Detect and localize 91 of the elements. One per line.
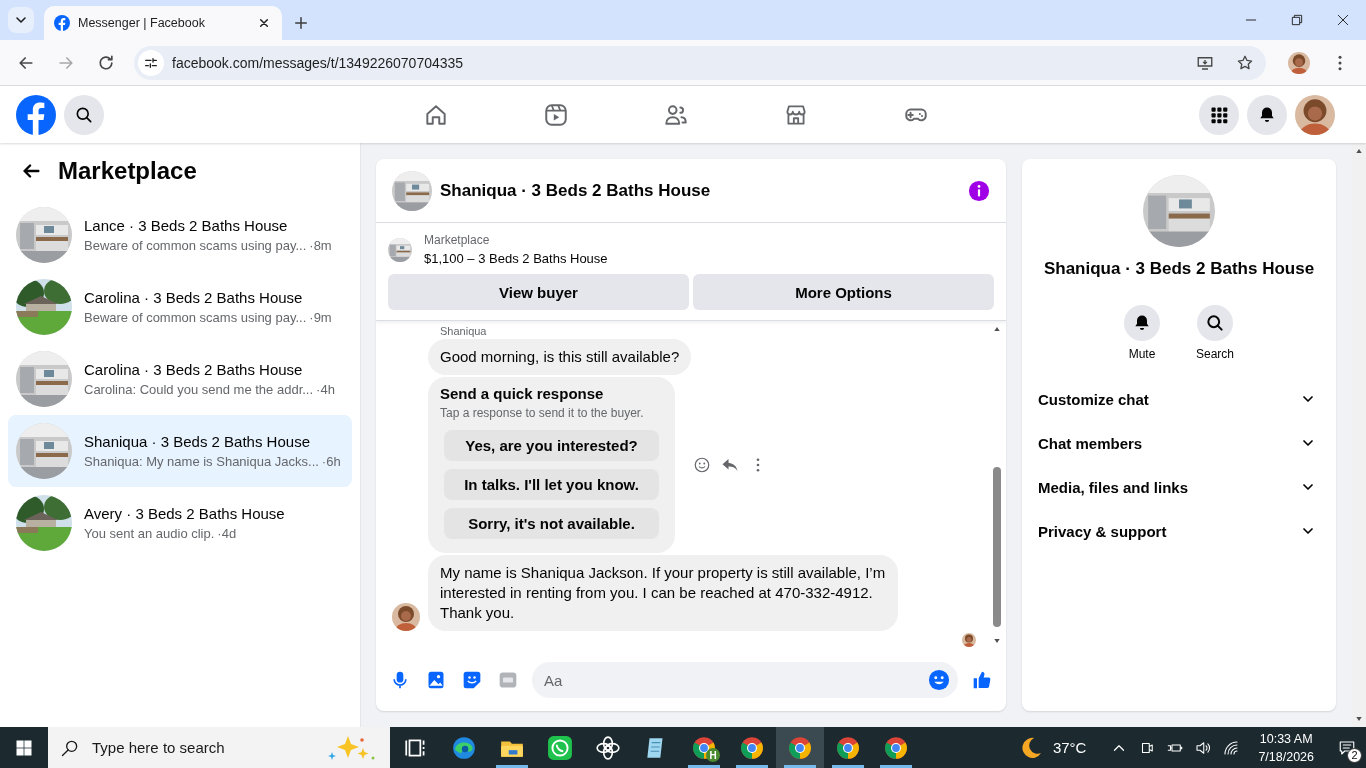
action-button[interactable]: View buyer — [388, 274, 689, 310]
listing-source: Marketplace — [424, 233, 491, 247]
conversation-item[interactable]: Shaniqua · 3 Beds 2 Baths House Shaniqua: My name is Shaniqua Jacks... ·6h — [8, 415, 352, 487]
contact-name: Shaniqua · 3 Beds 2 Baths House — [1043, 259, 1315, 279]
chat-title: Shaniqua · 3 Beds 2 Baths House — [440, 180, 712, 201]
conversation-item[interactable]: Carolina · 3 Beds 2 Baths House Beware of common scams using pay... ·9m — [8, 271, 352, 343]
message-time: ·4d — [217, 526, 237, 541]
tab-list-button[interactable] — [8, 7, 34, 33]
chat-app-icon[interactable] — [547, 734, 573, 761]
message-preview: Shaniqua: My name is Shaniqua Jacks... — [84, 454, 319, 469]
clock[interactable]: 10:33 AM 7/18/2026 — [1258, 731, 1314, 764]
conversation-name: Shaniqua · 3 Beds 2 Baths House — [84, 433, 311, 450]
weather-temperature[interactable]: 37°C — [1052, 739, 1087, 756]
knot-icon[interactable] — [595, 734, 621, 761]
listing-title: $1,100 – 3 Beds 2 Baths House — [424, 251, 608, 266]
quick-response-button[interactable]: Sorry, it's not available. — [444, 508, 659, 539]
sender-name: Shaniqua — [440, 325, 487, 337]
microphone-icon[interactable] — [390, 670, 410, 690]
browser-tab[interactable]: Messenger | Facebook — [44, 6, 282, 40]
section-toggle[interactable]: Chat members — [1030, 421, 1328, 465]
emoji-icon[interactable] — [928, 669, 950, 691]
star-icon[interactable] — [1236, 53, 1254, 72]
wave-browser-icon[interactable] — [451, 734, 477, 761]
windows-icon — [15, 738, 33, 757]
new-tab-icon[interactable] — [292, 14, 310, 32]
url-text: facebook.com/messages/t/1349226070704335 — [172, 54, 465, 71]
message-time: ·8m — [309, 238, 332, 253]
conversation-item[interactable]: Avery · 3 Beds 2 Baths House You sent an audio clip. ·4d — [8, 487, 352, 559]
message-input[interactable]: Aa — [532, 662, 958, 698]
restore-icon[interactable] — [1289, 12, 1305, 28]
sticker-icon[interactable] — [462, 670, 482, 690]
conversation-item[interactable]: Carolina · 3 Beds 2 Baths House Carolina: Could you send me the addr... ·4h — [8, 343, 352, 415]
running-indicator — [832, 765, 864, 768]
notification-count: 2 — [1347, 747, 1362, 763]
action-button[interactable]: More Options — [693, 274, 994, 310]
message-time: ·6h — [321, 454, 341, 469]
thumbs-up-icon[interactable] — [972, 670, 992, 690]
scroll-up-icon[interactable] — [993, 325, 1001, 333]
search-button[interactable] — [64, 94, 104, 135]
round-browser-icon[interactable] — [787, 734, 813, 761]
conversation-name: Carolina · 3 Beds 2 Baths House — [84, 289, 304, 306]
scroll-up-icon[interactable] — [1355, 147, 1363, 155]
message-bubble: My name is Shaniqua Jackson. If your property is still available, I’m interested in renting from you. I can be reached at 470-332-4912. Thank you. — [428, 555, 898, 631]
message-bubble: Good morning, is this still available? — [428, 339, 692, 375]
search-icon — [1205, 313, 1225, 333]
taskbar-app[interactable]: H — [680, 727, 728, 768]
scroll-down-icon[interactable] — [1355, 715, 1363, 723]
message-preview: Carolina: Could you send me the addr... — [84, 382, 314, 397]
f-logo-icon[interactable] — [16, 94, 56, 135]
card-title: Send a quick response — [440, 385, 605, 402]
running-indicator — [688, 765, 720, 768]
message-preview: You sent an audio clip. — [84, 526, 215, 541]
conversation-item[interactable]: Lance · 3 Beds 2 Baths House Beware of common scams using pay... ·8m — [8, 199, 352, 271]
profile-badge: H — [706, 748, 720, 762]
conversation-name: Carolina · 3 Beds 2 Baths House — [84, 361, 304, 378]
taskbar-search-field[interactable]: Type here to search — [48, 727, 390, 768]
section-toggle[interactable]: Customize chat — [1030, 377, 1328, 421]
message-icon — [1338, 738, 1356, 757]
message-preview: Beware of common scams using pay... — [84, 310, 307, 325]
clock-date: 7/18/2026 — [1258, 749, 1314, 764]
message-time: ·9m — [309, 310, 332, 325]
clock-time: 10:33 AM — [1259, 731, 1313, 746]
section-toggle[interactable]: Media, files and links — [1030, 465, 1328, 509]
round-browser-icon[interactable] — [739, 734, 765, 761]
image-icon[interactable] — [426, 670, 446, 690]
quick-response-button[interactable]: Yes, are you interested? — [444, 430, 659, 461]
round-browser-icon[interactable] — [835, 734, 861, 761]
scroll-down-icon[interactable] — [993, 637, 1001, 645]
section-toggle[interactable]: Privacy & support — [1030, 509, 1328, 553]
round-browser-icon[interactable] — [883, 734, 909, 761]
running-indicator — [736, 765, 768, 768]
notifications-button[interactable] — [1247, 94, 1287, 135]
video-icon[interactable] — [543, 101, 569, 128]
menu-button[interactable] — [1199, 94, 1239, 135]
emoji-icon[interactable] — [693, 456, 711, 474]
info-icon[interactable] — [968, 179, 990, 202]
conversation-name: Avery · 3 Beds 2 Baths House — [84, 505, 285, 522]
f-logo-icon — [54, 15, 70, 31]
message-time: ·4h — [316, 382, 335, 397]
running-indicator — [784, 765, 816, 768]
card-subtitle: Tap a response to send it to the buyer. — [440, 406, 645, 420]
quick-response-button[interactable]: In talks. I'll let you know. — [444, 469, 659, 500]
site-settings-icon[interactable] — [138, 49, 164, 76]
close-icon[interactable] — [1335, 12, 1351, 28]
running-indicator — [496, 765, 528, 768]
address-bar[interactable]: facebook.com/messages/t/1349226070704335 — [134, 45, 1266, 80]
message-preview: Beware of common scams using pay... — [84, 238, 307, 253]
running-indicator — [880, 765, 912, 768]
conversation-name: Lance · 3 Beds 2 Baths House — [84, 217, 289, 234]
notification-center-button[interactable]: 2 — [1332, 732, 1362, 763]
sidebar-title: Marketplace — [58, 157, 197, 185]
